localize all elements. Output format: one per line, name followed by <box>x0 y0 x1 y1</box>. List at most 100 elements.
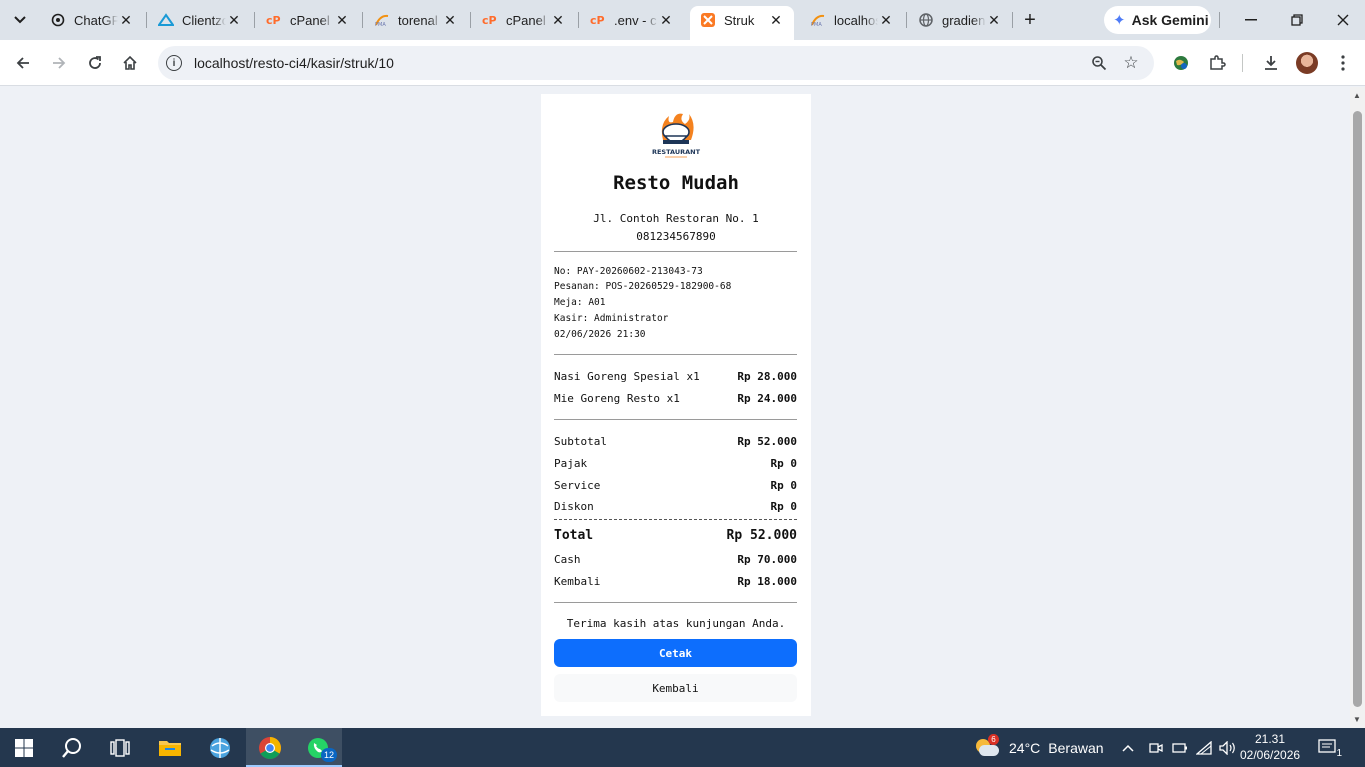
scrollbar-thumb[interactable] <box>1353 111 1362 707</box>
tab-cpanel-2[interactable]: cP cPanel ✕ <box>472 6 576 34</box>
cashier-name: Kasir: Administrator <box>554 313 669 324</box>
tab-title: Struk <box>724 12 755 28</box>
tab-gradien[interactable]: gradien ✕ <box>908 6 1012 34</box>
restaurant-phone: 081234567890 <box>636 230 716 243</box>
clock-time: 21.31 <box>1254 732 1286 746</box>
close-icon[interactable]: ✕ <box>442 12 458 28</box>
svg-text:PMA: PMA <box>811 22 822 27</box>
tab-title: cPanel <box>290 12 330 28</box>
cpanel-icon: cP <box>482 12 498 28</box>
address-bar[interactable]: i localhost/resto-ci4/kasir/struk/10 ☆ <box>158 46 1154 80</box>
back-arrow-icon[interactable] <box>11 51 35 75</box>
divider <box>554 251 797 252</box>
tax-label: Pajak <box>554 457 588 470</box>
restore-icon[interactable] <box>1285 8 1309 32</box>
tab-localhost[interactable]: PMA localhost ✕ <box>800 6 904 34</box>
new-tab-plus-icon[interactable]: + <box>1018 8 1042 32</box>
wifi-icon[interactable] <box>1192 740 1216 755</box>
weather-description: Berawan <box>1048 739 1104 756</box>
meet-now-icon[interactable] <box>1144 741 1168 755</box>
tab-separator <box>906 12 907 28</box>
list-item: Mie Goreng Resto x1 Rp 24.000 <box>554 392 797 405</box>
tab-torenal[interactable]: PMA torenal ✕ <box>364 6 468 34</box>
whatsapp-icon[interactable]: 12 <box>294 728 342 767</box>
scroll-down-icon[interactable]: ▼ <box>1353 715 1361 724</box>
weather-widget[interactable]: 6 24°C Berawan <box>974 728 1104 767</box>
weather-badge: 6 <box>988 733 999 745</box>
extensions-puzzle-icon[interactable] <box>1205 51 1229 75</box>
tax-value: Rp 0 <box>770 457 798 470</box>
service-row: Service Rp 0 <box>554 479 797 492</box>
chatgpt-icon <box>50 12 66 28</box>
tab-chatgpt[interactable]: ChatGPT ✕ <box>40 6 144 34</box>
forward-arrow-icon[interactable] <box>47 51 71 75</box>
url-text[interactable]: localhost/resto-ci4/kasir/struk/10 <box>194 55 394 71</box>
download-icon[interactable] <box>1259 51 1283 75</box>
chrome-icon[interactable] <box>246 728 294 767</box>
extension-globe-icon[interactable] <box>1169 51 1193 75</box>
weather-temperature: 24°C <box>1009 739 1041 756</box>
home-icon[interactable] <box>118 51 142 75</box>
cash-row: Cash Rp 70.000 <box>554 553 797 566</box>
tab-separator <box>254 12 255 28</box>
tab-cpanel[interactable]: cP cPanel ✕ <box>256 6 360 34</box>
dashed-divider <box>554 519 797 520</box>
close-icon[interactable]: ✕ <box>768 12 784 28</box>
close-icon[interactable]: ✕ <box>550 12 566 28</box>
more-menu-icon[interactable] <box>1331 51 1355 75</box>
ask-gemini-button[interactable]: ✦ Ask Gemini <box>1104 6 1211 34</box>
tab-title: Clientzone <box>182 12 226 28</box>
table-number: Meja: A01 <box>554 297 606 308</box>
chevron-up-icon[interactable] <box>1120 744 1136 752</box>
reload-icon[interactable] <box>83 51 107 75</box>
change-label: Kembali <box>554 575 601 588</box>
total-value: Rp 52.000 <box>726 528 797 543</box>
tab-struk[interactable]: Struk ✕ <box>690 6 794 40</box>
change-row: Kembali Rp 18.000 <box>554 575 797 588</box>
tab-title: cPanel <box>506 12 546 28</box>
scroll-up-icon[interactable]: ▲ <box>1353 91 1361 100</box>
close-window-icon[interactable] <box>1331 8 1355 32</box>
minimize-icon[interactable] <box>1239 8 1263 32</box>
cash-label: Cash <box>554 553 581 566</box>
site-info-icon[interactable]: i <box>166 55 182 71</box>
tab-search-icon[interactable] <box>8 8 32 32</box>
network-globe-icon[interactable] <box>196 728 244 767</box>
close-icon[interactable]: ✕ <box>226 12 242 28</box>
zoom-icon[interactable] <box>1088 52 1110 74</box>
tab-separator <box>470 12 471 28</box>
close-icon[interactable]: ✕ <box>334 12 350 28</box>
item-price: Rp 28.000 <box>737 370 797 383</box>
change-value: Rp 18.000 <box>737 575 797 588</box>
close-icon[interactable]: ✕ <box>658 12 674 28</box>
total-row: Total Rp 52.000 <box>554 528 797 543</box>
clock-date: 02/06/2026 <box>1240 748 1301 762</box>
notification-center-icon[interactable]: 1 <box>1316 737 1342 759</box>
close-icon[interactable]: ✕ <box>986 12 1002 28</box>
back-button[interactable]: Kembali <box>554 674 797 702</box>
tab-title: ChatGPT <box>74 12 118 28</box>
browser-toolbar: i localhost/resto-ci4/kasir/struk/10 ☆ <box>0 40 1365 86</box>
task-view-icon[interactable] <box>96 728 144 767</box>
tab-title: localhost <box>834 12 878 28</box>
profile-avatar[interactable] <box>1296 52 1318 74</box>
battery-icon[interactable] <box>1168 742 1192 753</box>
system-clock[interactable]: 21.31 02/06/2026 <box>1240 731 1300 763</box>
toolbar-divider <box>1242 54 1243 72</box>
windows-start-icon[interactable] <box>0 728 48 767</box>
tab-env[interactable]: cP .env - c ✕ <box>580 6 684 34</box>
close-icon[interactable]: ✕ <box>118 12 134 28</box>
close-icon[interactable]: ✕ <box>878 12 894 28</box>
list-item: Nasi Goreng Spesial x1 Rp 28.000 <box>554 370 797 383</box>
volume-icon[interactable] <box>1216 740 1240 755</box>
file-explorer-icon[interactable] <box>146 728 194 767</box>
cash-value: Rp 70.000 <box>737 553 797 566</box>
page-scrollbar[interactable]: ▲ ▼ <box>1350 87 1365 728</box>
divider <box>554 602 797 603</box>
print-button[interactable]: Cetak <box>554 639 797 667</box>
tab-clientzone[interactable]: Clientzone ✕ <box>148 6 252 34</box>
tab-separator <box>578 12 579 28</box>
search-icon[interactable] <box>48 728 96 767</box>
windows-taskbar: 12 6 24°C Berawan 21.31 02/06/2026 1 <box>0 728 1365 767</box>
bookmark-star-icon[interactable]: ☆ <box>1120 52 1142 74</box>
